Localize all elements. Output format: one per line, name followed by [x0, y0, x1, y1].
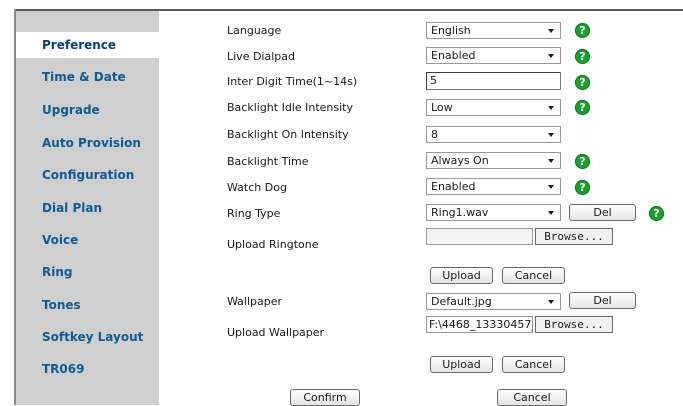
ring-type-select[interactable]: Ring1.wav: [426, 204, 561, 221]
help-icon[interactable]: ?: [575, 75, 590, 90]
sidebar-item-tr069[interactable]: TR069: [16, 356, 159, 382]
sidebar-item-preference[interactable]: Preference: [16, 32, 159, 58]
ringtone-upload-button[interactable]: Upload: [430, 267, 493, 284]
chevron-down-icon: [548, 29, 554, 33]
language-select[interactable]: English: [426, 22, 561, 39]
wallpaper-value: Default.jpg: [431, 295, 492, 308]
live-dialpad-label: Live Dialpad: [227, 50, 295, 63]
help-icon[interactable]: ?: [575, 180, 590, 195]
upload-wallpaper-label: Upload Wallpaper: [227, 326, 325, 339]
sidebar-item-label: Softkey Layout: [42, 330, 144, 344]
chevron-down-icon: [548, 106, 554, 110]
chevron-down-icon: [548, 211, 554, 215]
watch-dog-select[interactable]: Enabled: [426, 178, 561, 195]
backlight-on-value: 8: [431, 128, 438, 141]
backlight-time-value: Always On: [431, 154, 489, 167]
cancel-button[interactable]: Cancel: [497, 389, 567, 406]
ring-type-label: Ring Type: [227, 207, 281, 220]
chevron-down-icon: [548, 159, 554, 163]
chevron-down-icon: [548, 133, 554, 137]
chevron-down-icon: [548, 185, 554, 189]
sidebar-item-label: Preference: [42, 38, 117, 52]
backlight-on-label: Backlight On Intensity: [227, 128, 349, 141]
watch-dog-value: Enabled: [431, 180, 476, 193]
sidebar-item-label: Dial Plan: [42, 201, 103, 215]
wallpaper-select[interactable]: Default.jpg: [426, 293, 561, 310]
ringtone-file-input[interactable]: [426, 228, 533, 245]
inter-digit-time-label: Inter Digit Time(1~14s): [227, 75, 358, 88]
sidebar-item-softkey-layout[interactable]: Softkey Layout: [16, 324, 159, 350]
sidebar-item-label: Ring: [42, 265, 73, 279]
sidebar-item-auto-provision[interactable]: Auto Provision: [16, 130, 159, 156]
sidebar-item-configuration[interactable]: Configuration: [16, 162, 159, 188]
wallpaper-cancel-button[interactable]: Cancel: [502, 356, 565, 373]
sidebar-item-upgrade[interactable]: Upgrade: [16, 97, 159, 123]
live-dialpad-value: Enabled: [431, 49, 476, 62]
sidebar-item-tones[interactable]: Tones: [16, 292, 159, 318]
wallpaper-file-input[interactable]: F:\4468_13330457_N: [426, 316, 533, 333]
inter-digit-time-input[interactable]: 5: [426, 72, 561, 90]
sidebar-item-label: Voice: [42, 233, 79, 247]
backlight-idle-select[interactable]: Low: [426, 99, 561, 116]
wallpaper-upload-button[interactable]: Upload: [430, 356, 493, 373]
sidebar-item-label: Tones: [42, 298, 81, 312]
wallpaper-browse-button[interactable]: Browse...: [535, 316, 613, 333]
sidebar-item-label: Auto Provision: [42, 136, 141, 150]
sidebar-item-label: TR069: [42, 362, 85, 376]
sidebar-nav: Preference Time & Date Upgrade Auto Prov…: [16, 11, 159, 405]
ring-type-value: Ring1.wav: [431, 206, 489, 219]
upload-ringtone-label: Upload Ringtone: [227, 238, 319, 251]
backlight-time-label: Backlight Time: [227, 155, 309, 168]
help-icon[interactable]: ?: [575, 100, 590, 115]
backlight-idle-value: Low: [431, 101, 453, 114]
language-label: Language: [227, 24, 282, 37]
ring-type-delete-button[interactable]: Del: [569, 204, 636, 221]
help-icon[interactable]: ?: [575, 154, 590, 169]
sidebar-item-dial-plan[interactable]: Dial Plan: [16, 195, 159, 221]
sidebar-item-label: Time & Date: [42, 70, 126, 84]
help-icon[interactable]: ?: [575, 49, 590, 64]
sidebar-item-label: Upgrade: [42, 103, 100, 117]
sidebar-item-ring[interactable]: Ring: [16, 259, 159, 285]
help-icon[interactable]: ?: [575, 23, 590, 38]
live-dialpad-select[interactable]: Enabled: [426, 47, 561, 64]
backlight-idle-label: Backlight Idle Intensity: [227, 101, 354, 114]
chevron-down-icon: [548, 300, 554, 304]
chevron-down-icon: [548, 54, 554, 58]
sidebar-item-time-date[interactable]: Time & Date: [16, 64, 159, 90]
language-value: English: [431, 24, 471, 37]
ringtone-cancel-button[interactable]: Cancel: [502, 267, 565, 284]
confirm-button[interactable]: Confirm: [290, 389, 360, 406]
help-icon[interactable]: ?: [649, 206, 664, 221]
backlight-time-select[interactable]: Always On: [426, 152, 561, 169]
sidebar-item-voice[interactable]: Voice: [16, 227, 159, 253]
backlight-on-select[interactable]: 8: [426, 126, 561, 143]
ringtone-browse-button[interactable]: Browse...: [535, 228, 613, 245]
wallpaper-label: Wallpaper: [227, 295, 283, 308]
watch-dog-label: Watch Dog: [227, 181, 287, 194]
wallpaper-delete-button[interactable]: Del: [569, 292, 636, 309]
sidebar-item-label: Configuration: [42, 168, 135, 182]
